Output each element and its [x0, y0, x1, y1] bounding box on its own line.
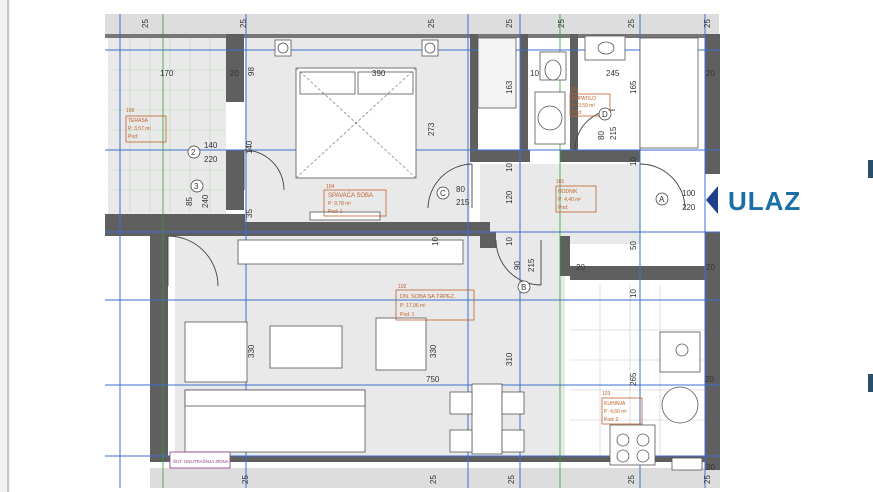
- dimension-label: 98: [247, 67, 256, 76]
- dimension-label: 10: [629, 289, 638, 298]
- floor-plan: 106 TERASA P: 3,57 m² Pod: 104 SPAVAĆA S…: [0, 0, 720, 492]
- door-tag: A: [659, 195, 665, 204]
- door-tag: B: [521, 283, 526, 292]
- room-floor: Pod: 1: [400, 312, 415, 318]
- dimension-label: 25: [505, 19, 514, 28]
- dimension-label: 215: [609, 126, 618, 140]
- page-edge-mark: [868, 160, 873, 178]
- dimension-label: 90: [513, 261, 522, 270]
- dimension-label: 273: [427, 122, 436, 136]
- dimension-label: 50: [629, 241, 638, 250]
- room-area: P: 17,96 m²: [400, 303, 426, 309]
- dimension-label: 245: [606, 69, 620, 78]
- dimension-label: 20: [230, 69, 239, 78]
- dimension-label: 85: [185, 197, 194, 206]
- dimension-label: 330: [247, 344, 256, 358]
- room-number: 101: [556, 179, 565, 185]
- page-edge-mark: [868, 374, 873, 392]
- room-area: P: 4,40 m²: [558, 197, 581, 203]
- entrance-arrow-icon: [706, 186, 718, 214]
- dimension-label: 20: [706, 69, 715, 78]
- dimension-label: 330: [429, 344, 438, 358]
- dimension-label: 165: [629, 80, 638, 94]
- dimension-label: 750: [426, 375, 440, 384]
- dimension-label: 20: [706, 463, 715, 472]
- dimension-label: 140: [204, 141, 218, 150]
- door-tag: 2: [191, 148, 196, 157]
- dimension-label: 100: [682, 189, 696, 198]
- room-name: HODNIK: [558, 189, 578, 195]
- room-floor: Pod:: [572, 110, 582, 116]
- dimension-label: 170: [160, 69, 174, 78]
- dimension-label: 215: [527, 258, 536, 272]
- dimension-label: 140: [245, 140, 254, 154]
- dimension-label: 215: [456, 198, 470, 207]
- door-tag: 3: [194, 182, 199, 191]
- dimension-label: 25: [627, 475, 636, 484]
- dimension-label: 80: [597, 131, 606, 140]
- dimension-label: 120: [505, 190, 514, 204]
- room-floor: Pod: 2: [604, 417, 619, 423]
- room-label-kitchen: 103 KUHINJA P: 4,60 m² Pod: 2: [601, 391, 643, 425]
- room-number: 104: [326, 184, 335, 190]
- dimension-label: 25: [241, 475, 250, 484]
- dimension-label: 240: [201, 194, 210, 208]
- room-area: P: 3,57 m²: [128, 126, 151, 132]
- room-number: 106: [126, 108, 135, 114]
- door-tag: C: [440, 189, 446, 198]
- dimension-label: 25: [703, 475, 712, 484]
- dimension-label: 25: [557, 19, 566, 28]
- dimension-label: 220: [204, 155, 218, 164]
- room-name: KUPATILO: [572, 96, 596, 102]
- dimension-label: 20: [706, 263, 715, 272]
- dimension-label: 35: [245, 209, 254, 218]
- dimension-label: 265: [629, 372, 638, 386]
- dimension-label: 80: [456, 185, 465, 194]
- dimension-label: 390: [372, 69, 386, 78]
- dimension-label: 25: [427, 19, 436, 28]
- dimension-label: 25: [703, 19, 712, 28]
- dimension-label: 25: [239, 19, 248, 28]
- room-floor: Pod: 1: [328, 209, 343, 215]
- dimension-label: 25: [627, 19, 636, 28]
- dimension-label: 25: [507, 475, 516, 484]
- room-name: DN. SOBA SA TRPEZ.: [400, 294, 456, 300]
- room-area: P: 4,60 m²: [604, 409, 627, 415]
- dimension-label: 20: [705, 375, 714, 384]
- dimension-label: 20: [576, 263, 585, 272]
- entrance-label: ULAZ: [728, 186, 802, 216]
- room-name: KUHINJA: [604, 401, 626, 407]
- dimension-label: 25: [141, 19, 150, 28]
- dimension-label: 163: [505, 80, 514, 94]
- room-floor: Pod:: [558, 205, 568, 211]
- dimension-label: 10: [431, 237, 440, 246]
- dimension-label: 310: [505, 352, 514, 366]
- room-floor: Pod:: [128, 134, 138, 140]
- dimension-label: 10: [505, 163, 514, 172]
- room-area: P: 3,59 m²: [572, 103, 595, 109]
- room-number: 105: [570, 87, 579, 93]
- door-tag: D: [602, 110, 608, 119]
- dimension-label: 10: [530, 69, 539, 78]
- dimension-label: 220: [682, 203, 696, 212]
- legend-note: ŠUT. UNUTRAŠNJA ZIDNA: [173, 458, 229, 464]
- room-name: TERASA: [128, 118, 149, 124]
- room-number: 103: [602, 391, 611, 397]
- room-number: 102: [398, 284, 407, 290]
- dimension-label: 10: [505, 237, 514, 246]
- room-name: SPAVAĆA SOBA: [328, 192, 373, 199]
- dimension-label: 25: [429, 475, 438, 484]
- dimension-label: 10: [629, 157, 638, 166]
- room-area: P: 9,78 m²: [328, 201, 351, 207]
